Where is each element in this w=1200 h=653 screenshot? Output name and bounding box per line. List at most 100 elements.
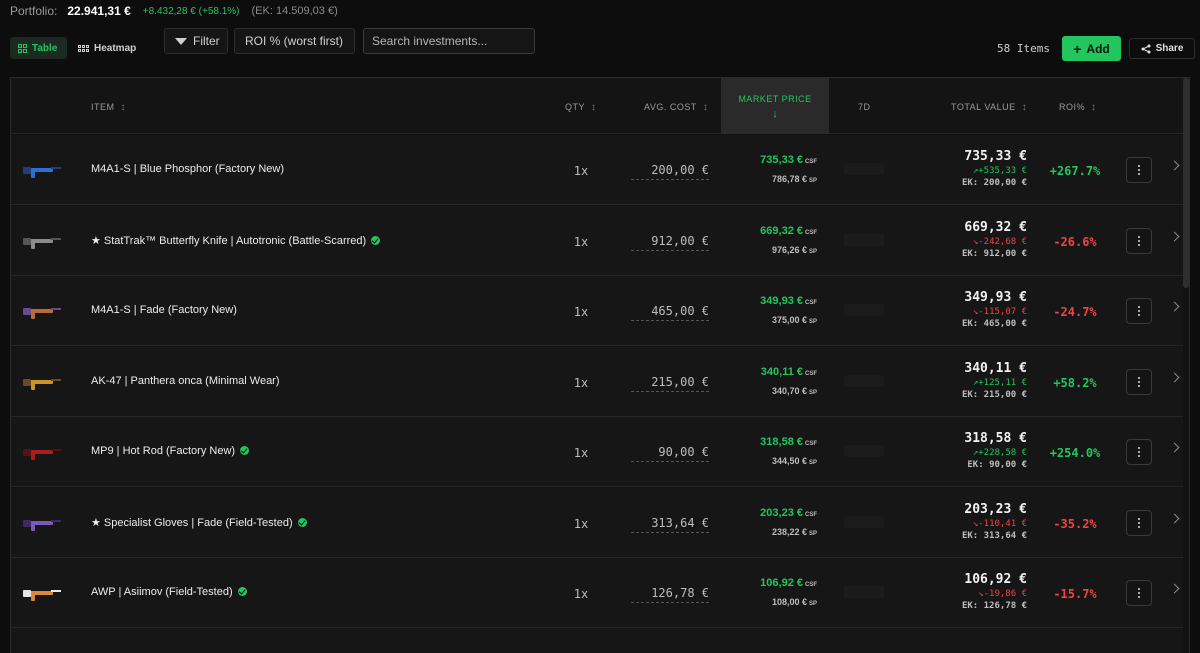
sparkline-7d <box>844 304 884 316</box>
table-row-4[interactable]: AK-47 | Panthera onca (Minimal Wear) 1x … <box>11 346 1183 417</box>
filter-icon <box>175 37 187 45</box>
header-item[interactable]: ITEM ↕ <box>91 102 126 113</box>
avg-cost-value: 313,64 € <box>631 516 709 533</box>
total-value: 735,33 € <box>964 149 1027 164</box>
plus-icon: + <box>1073 40 1082 57</box>
total-value-cell: 349,93 € ↘-115,07 € EK: 465,00 € <box>917 290 1027 329</box>
total-value-cell: 318,58 € ↗+228,58 € EK: 90,00 € <box>917 431 1027 470</box>
items-count: 58 Items <box>997 42 1050 55</box>
header-qty[interactable]: QTY ↕ <box>565 102 597 113</box>
roi-value: +254.0% <box>1049 446 1101 460</box>
header-qty-label: QTY <box>565 102 586 112</box>
total-value: 318,58 € <box>964 431 1027 446</box>
search-input[interactable] <box>363 28 535 54</box>
chevron-right-icon[interactable] <box>1169 583 1180 594</box>
sort-icon: ↕ <box>591 102 597 113</box>
market-price-cell: 669,32 € CSF 976,26 € SP <box>731 225 817 255</box>
market-price-cell: 340,11 € CSF 340,70 € SP <box>731 366 817 396</box>
market-price-cell: 735,33 € CSF 786,78 € SP <box>731 154 817 184</box>
ek-value: EK: 90,00 € <box>967 460 1027 470</box>
ek-value: EK: 912,00 € <box>961 248 1027 259</box>
chevron-right-icon[interactable] <box>1169 372 1180 382</box>
csf-price: 735,33 € CSF <box>760 154 817 166</box>
chevron-right-icon[interactable] <box>1169 301 1180 312</box>
sparkline-7d <box>844 586 884 598</box>
sort-select[interactable]: ROI % (worst first) <box>234 28 355 54</box>
scrollbar[interactable] <box>1183 78 1189 288</box>
filter-label: Filter <box>193 34 220 48</box>
sp-price: 976,26 € SP <box>771 244 817 255</box>
header-avg-cost[interactable]: AVG. COST ↕ <box>644 102 708 113</box>
table-row-5[interactable]: MP9 | Hot Rod (Factory New) 1x 90,00 € 3… <box>11 417 1183 487</box>
item-name: M4A1-S | Blue Phosphor (Factory New) <box>91 163 284 175</box>
add-button[interactable]: + Add <box>1062 36 1121 61</box>
table-row-2[interactable]: ★ StatTrak™ Butterfly Knife | Autotronic… <box>11 205 1183 276</box>
verified-check-icon <box>371 235 381 245</box>
csf-price: 106,92 € CSF <box>760 577 817 589</box>
item-name: MP9 | Hot Rod (Factory New) <box>91 445 250 457</box>
share-button[interactable]: Share <box>1129 38 1195 59</box>
filter-button[interactable]: Filter <box>164 28 228 54</box>
sparkline-7d <box>844 233 884 246</box>
sort-desc-icon: ↓ <box>772 108 778 120</box>
csf-price: 349,93 € CSF <box>760 295 817 307</box>
view-table-button[interactable]: Table <box>10 37 67 59</box>
header-total-value-label: TOTAL VALUE <box>951 102 1016 112</box>
chevron-right-icon[interactable] <box>1169 513 1180 523</box>
more-options-button[interactable] <box>1126 439 1152 465</box>
ak47-icon <box>23 378 61 390</box>
sp-price: 238,22 € SP <box>771 526 817 537</box>
total-value-cell: 735,33 € ↗+535,33 € EK: 200,00 € <box>917 149 1027 188</box>
header-roi[interactable]: ROI% ↕ <box>1059 102 1097 113</box>
more-options-button[interactable] <box>1126 157 1152 183</box>
value-change: ↘-115,07 € <box>972 307 1027 317</box>
item-name-text: ★ StatTrak™ Butterfly Knife | Autotronic… <box>91 234 367 247</box>
item-name-text: ★ Specialist Gloves | Fade (Field-Tested… <box>91 516 293 529</box>
avg-cost-value: 215,00 € <box>631 375 709 392</box>
mp9-icon <box>23 449 61 460</box>
gloves-icon <box>23 519 61 531</box>
view-heatmap-label: Heatmap <box>94 42 137 54</box>
butterfly-knife-icon <box>23 237 61 249</box>
qty-value: 1x <box>573 164 589 178</box>
item-name: AWP | Asiimov (Field-Tested) <box>91 586 247 598</box>
csf-price: 340,11 € CSF <box>760 365 817 378</box>
roi-value: -35.2% <box>1053 516 1097 531</box>
more-options-button[interactable] <box>1126 368 1152 395</box>
chevron-right-icon[interactable] <box>1169 160 1180 171</box>
chevron-right-icon[interactable] <box>1169 442 1180 453</box>
toolbar: Table Heatmap Filter ROI % (worst first)… <box>0 28 1200 61</box>
more-options-button[interactable] <box>1126 298 1152 324</box>
item-name: AK-47 | Panthera onca (Minimal Wear) <box>91 375 280 387</box>
header-market-price[interactable]: MARKET PRICE ↓ <box>721 78 829 134</box>
table-row-6[interactable]: ★ Specialist Gloves | Fade (Field-Tested… <box>11 487 1183 558</box>
value-change: ↗+535,33 € <box>972 166 1027 176</box>
market-price-cell: 349,93 € CSF 375,00 € SP <box>731 295 817 325</box>
table-row-7[interactable]: AWP | Asiimov (Field-Tested) 1x 126,78 €… <box>11 558 1183 628</box>
sort-icon: ↕ <box>1091 102 1097 113</box>
share-icon <box>1141 44 1151 53</box>
roi-value: +58.2% <box>1053 375 1097 390</box>
more-options-button[interactable] <box>1126 227 1152 254</box>
verified-check-icon <box>297 517 307 527</box>
view-heatmap-button[interactable]: Heatmap <box>76 37 140 59</box>
chevron-right-icon[interactable] <box>1169 231 1180 241</box>
table-row-1[interactable]: M4A1-S | Blue Phosphor (Factory New) 1x … <box>11 135 1183 205</box>
header-total-value[interactable]: TOTAL VALUE ↕ <box>951 102 1027 113</box>
more-options-button[interactable] <box>1126 580 1152 606</box>
table-grid-icon <box>18 43 27 53</box>
awp-icon <box>23 590 61 601</box>
heatmap-icon <box>78 44 89 52</box>
table-row-3[interactable]: M4A1-S | Fade (Factory New) 1x 465,00 € … <box>11 276 1183 346</box>
item-name: ★ Specialist Gloves | Fade (Field-Tested… <box>91 516 307 529</box>
total-value: 669,32 € <box>964 219 1027 235</box>
total-value: 340,11 € <box>964 360 1027 376</box>
avg-cost-value: 912,00 € <box>631 234 709 251</box>
verified-check-icon <box>240 446 250 455</box>
value-change: ↗+125,11 € <box>972 377 1027 388</box>
sp-price: 375,00 € SP <box>771 315 817 325</box>
sp-price: 108,00 € SP <box>771 597 817 607</box>
csf-price: 318,58 € CSF <box>760 436 817 448</box>
table-row-partial[interactable] <box>11 628 1183 653</box>
more-options-button[interactable] <box>1126 509 1152 536</box>
